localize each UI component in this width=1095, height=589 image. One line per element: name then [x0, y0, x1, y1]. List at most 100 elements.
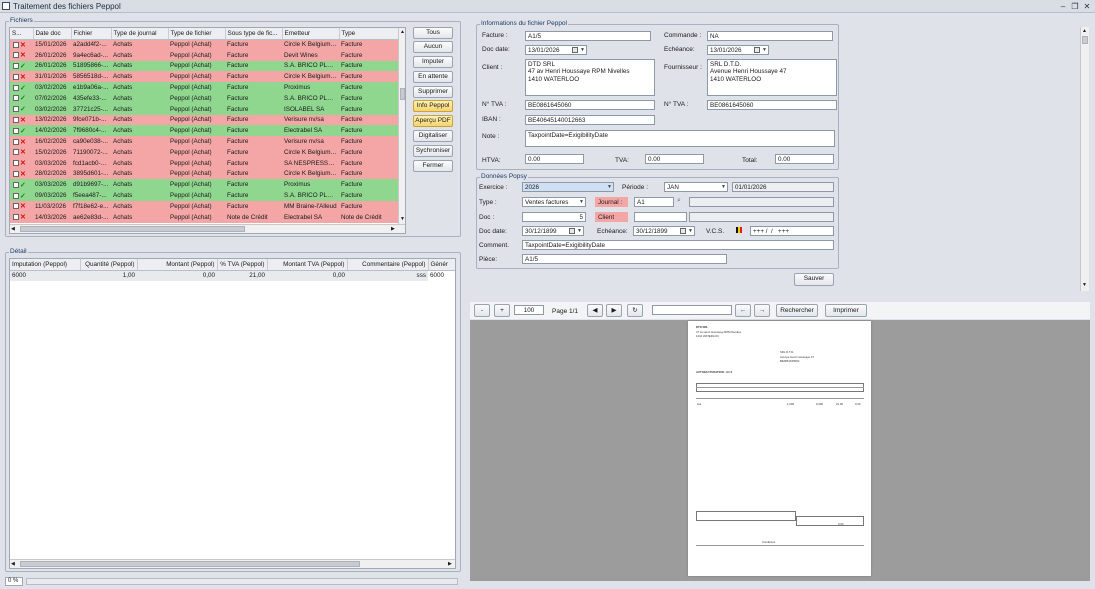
apercu-pdf-button[interactable]: Aperçu PDF: [413, 115, 453, 127]
chevron-down-icon[interactable]: ▼: [580, 47, 585, 54]
table-row[interactable]: ✕ 14/03/2026 ae62e83d-... Achats Peppol (Ach…: [10, 211, 398, 223]
sauver-button[interactable]: Sauver: [794, 273, 834, 286]
comment-field[interactable]: TaxpointDate=ExigibilityDate: [522, 240, 834, 250]
table-row[interactable]: ✓ 03/03/2026 d91b9697-... Achats Peppol (Ach…: [10, 179, 398, 191]
iban-field[interactable]: BE40645140012663: [525, 115, 655, 125]
scroll-left-icon[interactable]: ◀: [11, 226, 15, 232]
search-prev-button[interactable]: ←: [735, 304, 751, 317]
row-checkbox[interactable]: [13, 127, 19, 134]
exercice-select[interactable]: 2026 ▼: [522, 182, 614, 192]
row-status-cell[interactable]: ✕: [10, 168, 33, 180]
imprimer-button[interactable]: Imprimer: [825, 304, 867, 317]
sychroniser-button[interactable]: Sychroniser: [413, 145, 453, 157]
cell-tva-pct[interactable]: 21,00: [217, 270, 267, 281]
detail-hscrollbar[interactable]: ◀ ▶: [10, 559, 455, 568]
tous-button[interactable]: Tous: [413, 27, 453, 39]
row-status-cell[interactable]: ✓: [10, 82, 33, 93]
fichiers-column-header[interactable]: Emetteur: [282, 28, 340, 40]
restore-icon[interactable]: ❐: [1070, 2, 1080, 11]
table-row[interactable]: ✕ 31/01/2026 5856518d-... Achats Peppol (Ach…: [10, 71, 398, 83]
row-status-cell[interactable]: ✓: [10, 60, 33, 72]
table-row[interactable]: 6000 1,00 0,00 21,00 0,00 sss 6000: [10, 270, 455, 281]
type-select[interactable]: Ventes factures ▼: [522, 197, 586, 207]
detail-column-header[interactable]: Génér: [428, 259, 455, 271]
cell-gener[interactable]: 6000: [428, 270, 455, 281]
table-row[interactable]: ✓ 09/03/2026 f5eea487-... Achats Peppol (Ach…: [10, 190, 398, 201]
zoom-out-button[interactable]: -: [474, 304, 490, 317]
row-status-cell[interactable]: ✓: [10, 103, 33, 115]
fichiers-vscrollbar[interactable]: ▲ ▼: [398, 28, 405, 224]
scroll-down-icon[interactable]: ▼: [1082, 282, 1087, 288]
client-popsy-field[interactable]: [634, 212, 687, 222]
row-checkbox[interactable]: [13, 95, 19, 102]
popsy-docdate-field[interactable]: 30/12/1899 ▼: [522, 226, 584, 236]
fichiers-column-header[interactable]: Fichier: [71, 28, 112, 40]
calendar-icon[interactable]: [572, 47, 578, 53]
fichiers-column-header[interactable]: Type de journal: [111, 28, 169, 40]
info-peppol-button[interactable]: Info Peppol: [413, 100, 453, 112]
detail-column-header[interactable]: Quantité (Peppol): [80, 259, 138, 271]
chevron-down-icon[interactable]: ▼: [762, 47, 767, 54]
zoom-input[interactable]: 100: [514, 305, 544, 315]
row-status-cell[interactable]: ✕: [10, 114, 33, 126]
detail-column-header[interactable]: % TVA (Peppol): [217, 259, 268, 271]
hscroll-thumb[interactable]: [20, 226, 245, 232]
pdf-search-input[interactable]: [652, 305, 732, 315]
table-row[interactable]: ✓ 14/02/2026 7f9680c4-... Achats Peppol (Ach…: [10, 125, 398, 137]
table-row[interactable]: ✓ 07/02/2026 435efe33-... Achats Peppol (Ach…: [10, 92, 398, 104]
chevron-down-icon[interactable]: ▼: [579, 199, 584, 206]
row-checkbox[interactable]: [13, 170, 19, 177]
row-status-cell[interactable]: ✕: [10, 200, 33, 212]
row-checkbox[interactable]: [13, 138, 19, 145]
row-checkbox[interactable]: [13, 73, 19, 80]
scroll-up-icon[interactable]: ▲: [400, 29, 405, 35]
table-row[interactable]: ✕ 28/02/2026 3895d601-... Achats Peppol (Ach…: [10, 168, 398, 180]
table-row[interactable]: ✕ 13/02/2026 9fce071b-... Achats Peppol (Ach…: [10, 114, 398, 126]
row-status-cell[interactable]: ✕: [10, 136, 33, 147]
doc-field[interactable]: 5: [522, 212, 586, 222]
note-field[interactable]: TaxpointDate=ExigibilityDate: [525, 130, 835, 147]
chevron-down-icon[interactable]: ▼: [688, 228, 693, 235]
scroll-up-icon[interactable]: ▲: [1082, 28, 1087, 34]
tva-client-field[interactable]: BE0861645060: [525, 100, 655, 110]
piece-field[interactable]: A1/5: [522, 254, 727, 264]
calendar-icon[interactable]: [569, 228, 575, 234]
fichiers-column-header[interactable]: S...: [10, 28, 34, 40]
scroll-left-icon[interactable]: ◀: [11, 561, 15, 567]
row-checkbox[interactable]: [13, 41, 19, 48]
detail-column-header[interactable]: Imputation (Peppol): [10, 259, 81, 271]
facture-field[interactable]: A1/5: [525, 31, 651, 41]
table-row[interactable]: ✕ 03/03/2026 fcd1acb0-8... Achats Peppol (Ac…: [10, 157, 398, 169]
fichiers-hscrollbar[interactable]: ◀ ▶: [10, 224, 405, 233]
rechercher-button[interactable]: Rechercher: [776, 304, 818, 317]
scroll-right-icon[interactable]: ▶: [391, 226, 395, 232]
calendar-icon[interactable]: [680, 228, 686, 234]
cell-montant-tva[interactable]: 0,00: [267, 270, 347, 281]
row-status-cell[interactable]: ✕: [10, 146, 33, 158]
right-vscrollbar[interactable]: ▲ ▼: [1080, 27, 1089, 291]
fichiers-column-header[interactable]: Date doc: [33, 28, 72, 40]
hscroll-thumb[interactable]: [20, 561, 360, 567]
htva-field[interactable]: 0.00: [525, 154, 584, 164]
vcs-field[interactable]: +++ / / +++: [750, 226, 834, 236]
zoom-in-button[interactable]: +: [494, 304, 510, 317]
vscroll-thumb[interactable]: [1082, 36, 1088, 44]
close-icon[interactable]: ✕: [1082, 2, 1092, 11]
row-checkbox[interactable]: [13, 52, 19, 59]
detail-column-header[interactable]: Commentaire (Peppol): [347, 259, 429, 271]
search-icon[interactable]: ⌕: [677, 197, 681, 205]
commande-field[interactable]: NA: [707, 31, 833, 41]
calendar-icon[interactable]: [754, 47, 760, 53]
echeance-field[interactable]: 13/01/2026 ▼: [707, 45, 769, 55]
docdate-field[interactable]: 13/01/2026 ▼: [525, 45, 587, 55]
imputer-button[interactable]: Imputer: [413, 56, 453, 68]
table-row[interactable]: ✓ 26/01/2026 51895866-... Achats Peppol (Ach…: [10, 60, 398, 72]
row-checkbox[interactable]: [13, 116, 19, 123]
minimize-icon[interactable]: –: [1058, 2, 1068, 11]
fournisseur-field[interactable]: SRL D.T.D. Avenue Henri Houssaye 47 1410…: [707, 59, 837, 96]
cell-quantite[interactable]: 1,00: [80, 270, 137, 281]
cell-montant[interactable]: 0,00: [137, 270, 217, 281]
row-status-cell[interactable]: ✓: [10, 125, 33, 137]
row-checkbox[interactable]: [13, 149, 19, 156]
table-row[interactable]: ✕ 26/01/2026 9a4ec6ad-... Achats Peppol (Ach…: [10, 49, 398, 61]
